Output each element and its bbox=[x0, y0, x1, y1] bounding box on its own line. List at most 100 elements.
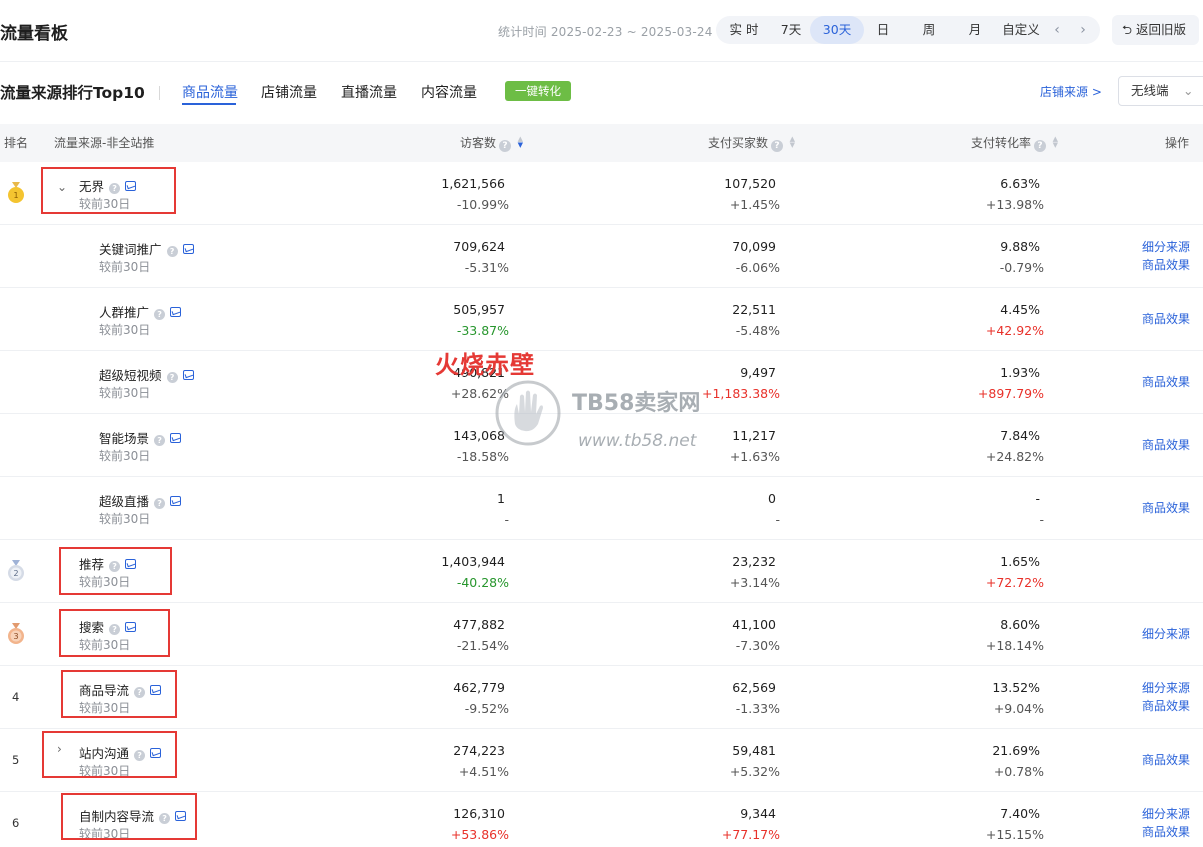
buyers-value: 107,520 bbox=[724, 176, 776, 191]
conversion-value: 21.69% bbox=[992, 743, 1040, 758]
period-month-button[interactable]: 月 bbox=[960, 16, 990, 44]
source-name[interactable]: 关键词推广? bbox=[99, 239, 194, 258]
visitors-delta: -40.28% bbox=[456, 575, 509, 590]
trend-chart-icon[interactable] bbox=[170, 307, 182, 317]
help-icon[interactable]: ? bbox=[166, 372, 178, 383]
buyers-delta: +1.63% bbox=[729, 449, 780, 464]
watermark-red-text: 火烧赤壁 bbox=[435, 351, 535, 379]
trend-chart-icon[interactable] bbox=[170, 496, 182, 506]
period-realtime-button[interactable]: 实 时 bbox=[724, 16, 764, 44]
visitors-delta: +28.62% bbox=[450, 386, 509, 401]
top-bar: 流量看板 统计时间 2025-02-23 ~ 2025-03-24 实 时 7天… bbox=[0, 0, 1203, 62]
buyers-delta: +5.32% bbox=[729, 764, 780, 779]
back-to-old-version-button[interactable]: ⮌ 返回旧版 bbox=[1112, 15, 1199, 45]
sub-source-link[interactable]: 细分来源 bbox=[1142, 625, 1190, 642]
buyers-delta: +1.45% bbox=[729, 197, 780, 212]
product-effect-link[interactable]: 商品效果 bbox=[1142, 310, 1190, 327]
gold-medal-icon: 1 bbox=[8, 182, 24, 203]
visitors-delta: +4.51% bbox=[458, 764, 509, 779]
product-effect-link[interactable]: 商品效果 bbox=[1142, 373, 1190, 390]
help-icon[interactable]: ? bbox=[166, 246, 178, 257]
trend-chart-icon[interactable] bbox=[170, 433, 182, 443]
highlight-box bbox=[42, 731, 177, 778]
visitors-value: 274,223 bbox=[453, 743, 505, 758]
visitors-delta: -33.87% bbox=[456, 323, 509, 338]
bronze-medal-icon: 3 bbox=[8, 623, 24, 644]
help-icon[interactable]: ? bbox=[499, 140, 511, 152]
help-icon[interactable]: ? bbox=[154, 309, 166, 320]
buyers-delta: +77.17% bbox=[721, 827, 780, 842]
chevron-down-icon: ⌄ bbox=[1183, 83, 1194, 98]
col-conversion-label: 支付转化率 bbox=[970, 136, 1031, 150]
highlight-box bbox=[59, 547, 172, 595]
period-30d-button[interactable]: 30天 bbox=[810, 16, 864, 44]
rank-number: 5 bbox=[12, 753, 20, 767]
conversion-value: 1.65% bbox=[1000, 554, 1040, 569]
highlight-box bbox=[41, 167, 176, 214]
source-name[interactable]: 智能场景? bbox=[99, 428, 182, 447]
buyers-delta: -6.06% bbox=[735, 260, 780, 275]
trend-chart-icon[interactable] bbox=[182, 244, 194, 254]
sort-icon[interactable]: ▲ ▼ bbox=[1050, 136, 1058, 149]
help-icon[interactable]: ? bbox=[154, 498, 166, 509]
watermark-brand: TB58卖家网 bbox=[572, 391, 701, 416]
svg-text:2: 2 bbox=[13, 569, 18, 578]
visitors-value: 505,957 bbox=[453, 302, 505, 317]
period-day-button[interactable]: 日 bbox=[868, 16, 898, 44]
watermark-url: www.tb58.net bbox=[578, 431, 697, 451]
shop-source-link[interactable]: 店铺来源 > bbox=[1040, 83, 1102, 100]
sub-source-link[interactable]: 细分来源 bbox=[1142, 238, 1190, 255]
help-icon[interactable]: ? bbox=[154, 435, 166, 446]
product-effect-link[interactable]: 商品效果 bbox=[1142, 823, 1190, 840]
table-row: 1 ⌄ 无界? 较前30日 1,621,566 -10.99% 107,520 … bbox=[0, 162, 1203, 225]
help-icon[interactable]: ? bbox=[771, 140, 783, 152]
product-effect-link[interactable]: 商品效果 bbox=[1142, 256, 1190, 273]
conversion-delta: +13.98% bbox=[985, 197, 1044, 212]
product-effect-link[interactable]: 商品效果 bbox=[1142, 751, 1190, 768]
device-select-value: 无线端 bbox=[1131, 83, 1169, 98]
conversion-delta: +18.14% bbox=[985, 638, 1044, 653]
visitors-delta: - bbox=[504, 512, 509, 527]
sub-source-link[interactable]: 细分来源 bbox=[1142, 805, 1190, 822]
period-custom-button[interactable]: 自定义 bbox=[998, 16, 1044, 44]
period-7d-button[interactable]: 7天 bbox=[772, 16, 810, 44]
period-week-button[interactable]: 周 bbox=[914, 16, 944, 44]
col-action: 操作 bbox=[1165, 136, 1190, 150]
source-name[interactable]: 人群推广? bbox=[99, 302, 182, 321]
visitors-value: 126,310 bbox=[453, 806, 505, 821]
trend-chart-icon[interactable] bbox=[182, 370, 194, 380]
product-effect-link[interactable]: 商品效果 bbox=[1142, 499, 1190, 516]
buyers-delta: -1.33% bbox=[735, 701, 780, 716]
product-effect-link[interactable]: 商品效果 bbox=[1142, 436, 1190, 453]
col-conversion[interactable]: 支付转化率? ▲ ▼ bbox=[950, 124, 1058, 162]
sub-source-link[interactable]: 细分来源 bbox=[1142, 679, 1190, 696]
source-name[interactable]: 超级直播? bbox=[99, 491, 182, 510]
sort-icon[interactable]: ▲ ▼ bbox=[787, 136, 795, 149]
sort-desc-icon[interactable]: ▲ ▼ bbox=[515, 136, 523, 149]
col-visitors[interactable]: 访客数? ▲ ▼ bbox=[420, 124, 523, 162]
buyers-delta: +3.14% bbox=[729, 575, 780, 590]
tab-product-traffic[interactable]: 商品流量 bbox=[182, 82, 238, 102]
visitors-value: 1 bbox=[497, 491, 505, 506]
visitors-delta: -9.52% bbox=[464, 701, 509, 716]
chevron-right-icon[interactable]: › bbox=[1076, 16, 1090, 44]
source-name[interactable]: 超级短视频? bbox=[99, 365, 194, 384]
visitors-value: 143,068 bbox=[453, 428, 505, 443]
table-row: 超级直播? 较前30日 1 - 0 - - - 商品效果 bbox=[0, 477, 1203, 540]
back-button-label: 返回旧版 bbox=[1136, 22, 1187, 37]
highlight-box bbox=[61, 670, 177, 718]
one-click-convert-button[interactable]: 一键转化 bbox=[505, 81, 571, 101]
chevron-left-icon[interactable]: ‹ bbox=[1050, 16, 1064, 44]
buyers-value: 70,099 bbox=[732, 239, 776, 254]
help-icon[interactable]: ? bbox=[1034, 140, 1046, 152]
device-select[interactable]: 无线端 ⌄ bbox=[1118, 76, 1203, 106]
tab-content-traffic[interactable]: 内容流量 bbox=[421, 82, 477, 102]
table-header: 排名 流量来源-非全站推 访客数? ▲ ▼ 支付买家数? ▲ ▼ 支付转化率? ▲ ▼ 操作 bbox=[0, 124, 1203, 162]
col-buyers[interactable]: 支付买家数? ▲ ▼ bbox=[680, 124, 795, 162]
tab-shop-traffic[interactable]: 店铺流量 bbox=[261, 82, 317, 102]
compare-label: 较前30日 bbox=[99, 449, 151, 463]
table-row: 2 推荐? 较前30日 1,403,944 -40.28% 23,232 +3.… bbox=[0, 540, 1203, 603]
col-visitors-label: 访客数 bbox=[459, 136, 496, 150]
tab-live-traffic[interactable]: 直播流量 bbox=[341, 82, 397, 102]
product-effect-link[interactable]: 商品效果 bbox=[1142, 697, 1190, 714]
